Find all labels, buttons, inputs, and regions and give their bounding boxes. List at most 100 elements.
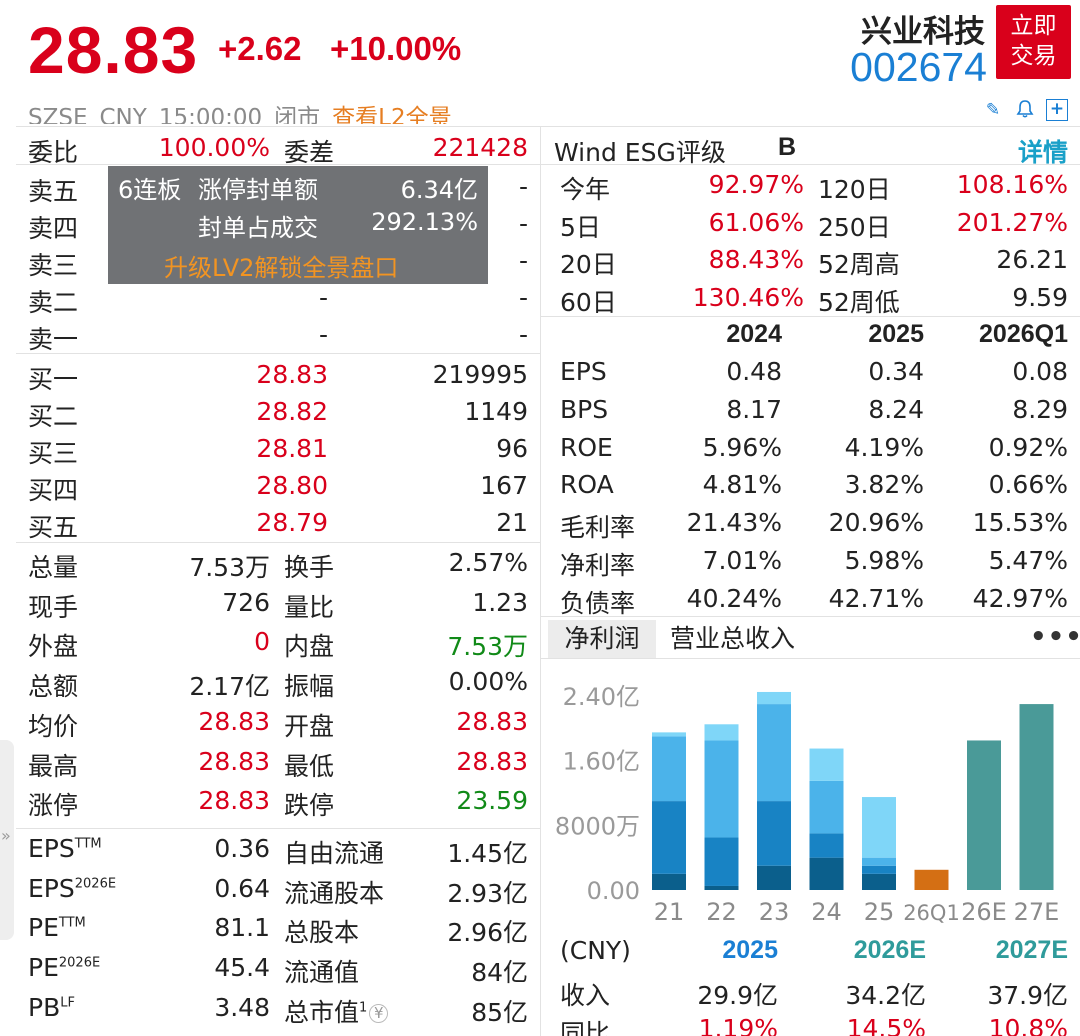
fin-year-header: 2026Q1 (979, 320, 1068, 348)
stat-value: 28.83 (456, 746, 528, 776)
perf-value: 108.16% (956, 170, 1068, 199)
stat-value: 2.17亿 (189, 672, 270, 702)
perf-value: 92.97% (708, 170, 804, 199)
fin-value: 8.17 (726, 394, 782, 424)
fin-row-label: 毛利率 (560, 513, 636, 543)
fin-row-label: EPS (560, 357, 607, 386)
x-tick-label: 27E (1014, 898, 1060, 926)
perf-label: 250日 (818, 212, 891, 242)
valuation-label-text: 自由流通 (284, 839, 385, 868)
price-change-percent: +10.00% (330, 30, 462, 67)
stat-label: 换手 (284, 553, 335, 582)
fin-value: 8.24 (868, 394, 924, 424)
bar-segment[interactable] (809, 857, 844, 890)
valuation-label: 总市值1 ¥ (284, 993, 389, 1029)
fin-value: 0.08 (1012, 357, 1068, 386)
market-status-bar: SZSE CNY 15:00:00 闭市 查看L2全景 (28, 98, 452, 124)
bar-segment[interactable] (652, 801, 686, 874)
bar-segment[interactable] (809, 833, 844, 858)
forecast-yoy: 1.19% (698, 1014, 778, 1036)
fin-row-label: ROE (560, 432, 613, 462)
stat-label: 涨停 (28, 791, 79, 821)
bar-segment[interactable] (862, 857, 896, 866)
valuation-label-base: EPS (28, 873, 75, 903)
bar-segment[interactable] (757, 691, 791, 705)
more-icon[interactable]: ••• (1030, 622, 1080, 652)
x-tick-label: 26E (961, 898, 1007, 926)
fin-row-label: 负债率 (560, 588, 636, 618)
valuation-label: EPS2026E (28, 874, 116, 903)
stat-value: 28.83 (198, 786, 270, 816)
stat-value: 23.59 (456, 786, 528, 816)
bar-segment[interactable] (809, 748, 844, 781)
bell-icon[interactable] (1014, 99, 1036, 121)
perf-value: 88.43% (708, 245, 804, 274)
valuation-value: 0.36 (214, 834, 270, 863)
fin-value: 40.24% (686, 583, 782, 613)
expand-arrow-icon[interactable]: » (1, 826, 11, 845)
bar-segment[interactable] (704, 740, 739, 838)
bar-segment[interactable] (809, 780, 844, 834)
bar-segment[interactable] (862, 797, 896, 858)
perf-label: 60日 (560, 287, 617, 317)
y-tick-label: 8000万 (555, 812, 640, 840)
perf-label: 今年 (560, 175, 611, 204)
bar-segment[interactable] (704, 724, 739, 741)
view-l2-link[interactable]: 查看L2全景 (332, 105, 451, 124)
valuation-label-text: 流通股本 (284, 878, 385, 908)
stat-value: 0.00% (448, 667, 528, 697)
valuation-value: 2.96亿 (447, 918, 528, 948)
fin-value: 15.53% (972, 508, 1068, 538)
bar-segment[interactable] (862, 865, 896, 874)
stat-value: 0 (254, 627, 270, 657)
pencil-icon[interactable]: ✎ (982, 99, 1004, 121)
stat-label: 最高 (28, 751, 79, 781)
valuation-label-sup: TTM (74, 836, 102, 852)
bar-segment[interactable] (757, 865, 791, 890)
bar-segment[interactable] (757, 801, 791, 866)
sell-4-label: 卖四 (28, 214, 79, 243)
bar-segment[interactable] (1019, 704, 1054, 890)
bar-segment[interactable] (704, 837, 739, 886)
bar-segment[interactable] (862, 873, 896, 890)
perf-label: 120日 (818, 175, 891, 204)
x-tick-label: 25 (864, 898, 895, 926)
lv2-upgrade-overlay[interactable]: 6连板 涨停封单额 6.34亿 封单占成交 292.13% 升级LV2解锁全景盘… (108, 166, 488, 284)
trade-now-button[interactable]: 立即 交易 (996, 5, 1071, 79)
tab-revenue[interactable]: 营业总收入 (670, 620, 795, 658)
stat-label: 现手 (28, 592, 79, 622)
valuation-label: PE2026E (28, 953, 100, 982)
buy-5-label: 买五 (28, 513, 79, 542)
fin-value: 0.92% (988, 432, 1068, 462)
buy-1-label: 买一 (28, 365, 79, 394)
bar-segment[interactable] (652, 736, 686, 802)
sell-1-volume: - (518, 320, 528, 349)
perf-value: 26.21 (996, 245, 1068, 274)
plus-icon[interactable]: + (1046, 99, 1068, 121)
fin-value: 20.96% (828, 508, 924, 538)
market-status: 闭市 (274, 105, 321, 124)
upgrade-lv2-link[interactable]: 升级LV2解锁全景盘口 (164, 248, 398, 283)
bar-segment[interactable] (652, 873, 686, 890)
bar-segment[interactable] (967, 740, 1001, 890)
bar-segment[interactable] (704, 885, 739, 890)
tab-net-profit[interactable]: 净利润 (548, 620, 656, 658)
net-profit-chart: 0.00 8000万 1.60亿 2.40亿 21 22 23 24 25 26Q1 26E 27E (555, 683, 1060, 926)
bar-segment[interactable] (914, 869, 949, 890)
valuation-label-text: 流通值 (284, 958, 360, 988)
bar-segment[interactable] (652, 732, 686, 737)
valuation-value: 84亿 (471, 958, 528, 988)
valuation-label-sup: 2026E (58, 955, 101, 971)
stat-value: 1.23 (472, 587, 528, 617)
bar-segment[interactable] (757, 704, 791, 802)
fin-year-header: 2024 (726, 320, 782, 348)
weibi-value: 100.00% (158, 133, 270, 162)
stat-label: 最低 (284, 751, 335, 781)
perf-value: 201.27% (956, 207, 1068, 237)
fin-value: 5.98% (844, 546, 924, 575)
perf-label: 52周高 (818, 250, 900, 279)
fin-value: 4.19% (844, 432, 924, 462)
fin-value: 5.96% (702, 432, 782, 462)
stat-label: 外盘 (28, 632, 79, 662)
x-tick-label: 23 (759, 898, 790, 926)
